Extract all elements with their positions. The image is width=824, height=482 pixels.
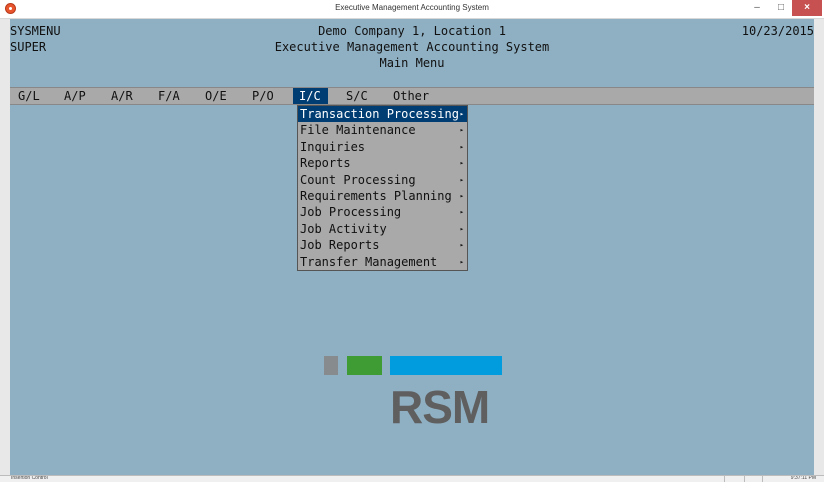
- rsm-logo: RSM: [390, 381, 490, 433]
- maximize-button[interactable]: □: [770, 0, 792, 16]
- status-divider: [724, 476, 725, 482]
- status-divider: [744, 476, 745, 482]
- submenu-arrow-icon: ▸: [459, 159, 464, 168]
- ic-dropdown-menu: Transaction Processing ▸ File Maintenance…: [297, 105, 468, 271]
- menu-other[interactable]: Other: [387, 88, 435, 104]
- logo-blue-block: [390, 356, 502, 375]
- menu-item-label: Transfer Management: [300, 254, 438, 269]
- submenu-arrow-icon: ▸: [459, 110, 464, 118]
- menu-ap[interactable]: A/P: [58, 88, 92, 104]
- submenu-arrow-icon: ▸: [459, 257, 464, 266]
- submenu-arrow-icon: ▸: [459, 224, 464, 233]
- menu-item-count-processing[interactable]: Count Processing ▸: [298, 172, 467, 188]
- menu-item-transaction-processing[interactable]: Transaction Processing ▸: [298, 106, 467, 123]
- menu-gl[interactable]: G/L: [12, 88, 46, 104]
- menu-item-label: File Maintenance: [300, 123, 416, 138]
- window-title: Executive Management Accounting System: [335, 3, 489, 12]
- submenu-arrow-icon: ▸: [459, 191, 464, 200]
- logo-green-block: [347, 356, 382, 375]
- menu-item-label: Job Processing: [300, 205, 402, 220]
- submenu-arrow-icon: ▸: [459, 175, 464, 184]
- menu-item-label: Count Processing: [300, 172, 416, 187]
- screen-title: Main Menu: [379, 56, 445, 70]
- menu-fa[interactable]: F/A: [152, 88, 186, 104]
- system-name: Executive Management Accounting System: [274, 40, 550, 54]
- menu-item-reports[interactable]: Reports ▸: [298, 155, 467, 171]
- window-titlebar: Executive Management Accounting System –…: [0, 0, 824, 19]
- terminal-screen: SYSMENU SUPER 10/23/2015 Demo Company 1,…: [10, 19, 814, 475]
- menu-oe[interactable]: O/E: [199, 88, 233, 104]
- menu-item-label: Job Activity: [300, 221, 387, 236]
- menu-item-label: Transaction Processing: [300, 107, 459, 121]
- minimize-button[interactable]: –: [744, 0, 770, 16]
- logo-gray-block: [324, 356, 338, 375]
- close-button[interactable]: ×: [792, 0, 822, 16]
- menu-item-label: Requirements Planning: [300, 188, 452, 203]
- menu-item-inquiries[interactable]: Inquiries ▸: [298, 139, 467, 155]
- menu-item-job-activity[interactable]: Job Activity ▸: [298, 221, 467, 237]
- menu-ar[interactable]: A/R: [105, 88, 139, 104]
- menu-po[interactable]: P/O: [246, 88, 280, 104]
- menu-item-requirements-planning[interactable]: Requirements Planning ▸: [298, 188, 467, 204]
- submenu-arrow-icon: ▸: [459, 142, 464, 151]
- submenu-arrow-icon: ▸: [459, 208, 464, 217]
- company-name: Demo Company 1, Location 1: [318, 24, 506, 38]
- menu-ic[interactable]: I/C: [293, 88, 328, 104]
- submenu-arrow-icon: ▸: [459, 126, 464, 135]
- menu-item-job-processing[interactable]: Job Processing ▸: [298, 204, 467, 220]
- menu-item-job-reports[interactable]: Job Reports ▸: [298, 237, 467, 253]
- status-divider: [762, 476, 763, 482]
- menu-sc[interactable]: S/C: [340, 88, 374, 104]
- menu-item-file-maintenance[interactable]: File Maintenance ▸: [298, 122, 467, 138]
- submenu-arrow-icon: ▸: [459, 241, 464, 250]
- menu-item-label: Inquiries: [300, 139, 366, 154]
- menu-item-label: Reports: [300, 156, 351, 171]
- menu-item-transfer-management[interactable]: Transfer Management ▸: [298, 254, 467, 270]
- main-menubar: G/L A/P A/R F/A O/E P/O I/C S/C Other: [10, 87, 814, 105]
- menu-item-label: Job Reports: [300, 238, 380, 253]
